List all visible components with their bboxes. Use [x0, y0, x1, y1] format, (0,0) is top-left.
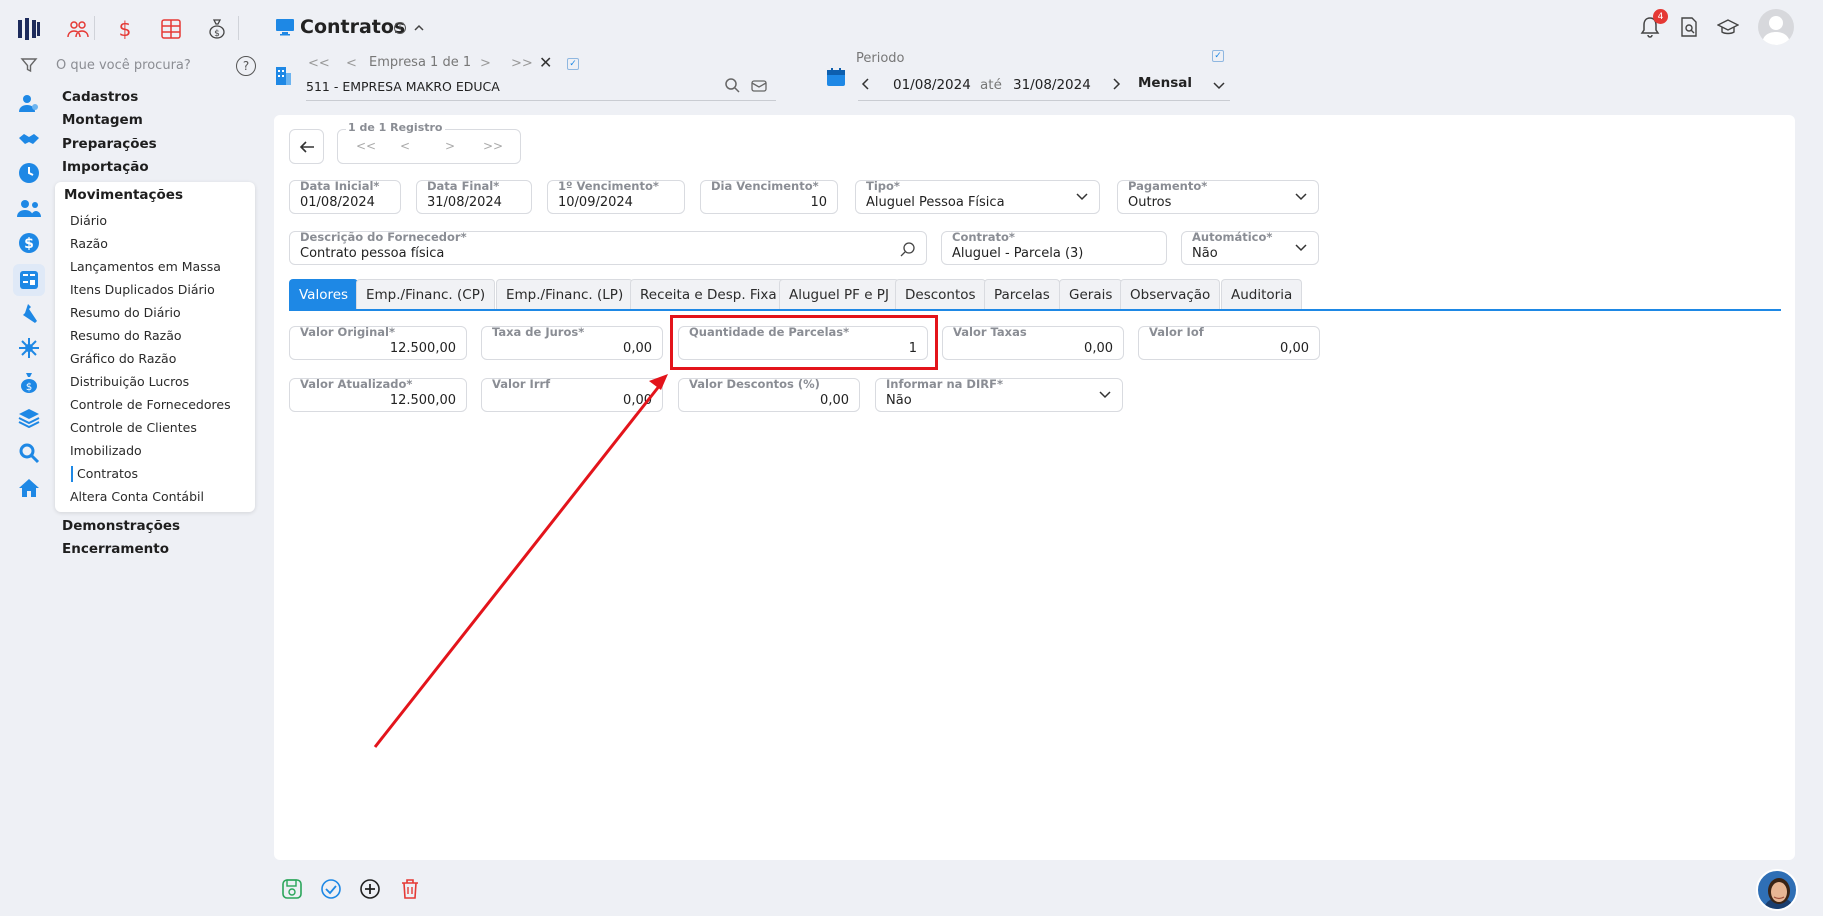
- add-icon[interactable]: [358, 877, 382, 901]
- assistant-avatar[interactable]: [1756, 869, 1798, 911]
- save-icon[interactable]: [280, 877, 304, 901]
- annotation-arrow: [373, 374, 668, 748]
- confirm-icon[interactable]: [319, 877, 343, 901]
- delete-icon[interactable]: [398, 877, 422, 901]
